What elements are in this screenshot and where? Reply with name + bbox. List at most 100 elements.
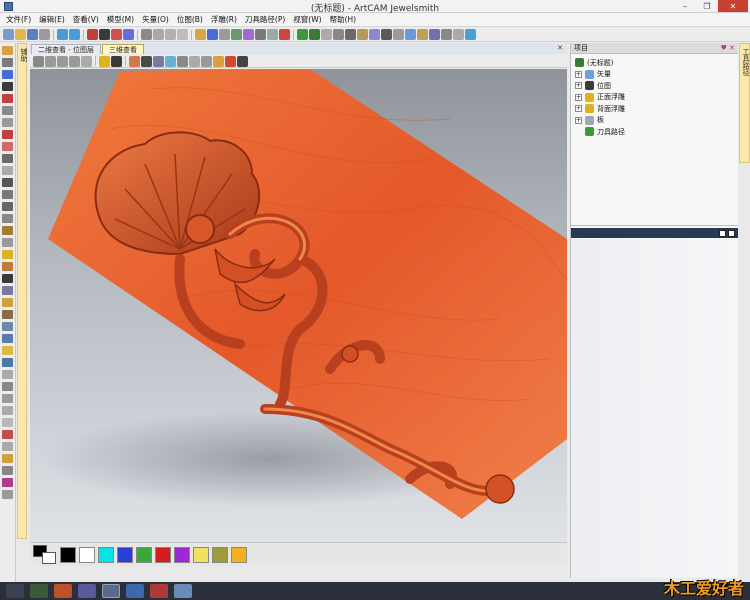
taskbar-app-explorer[interactable] <box>30 584 48 598</box>
options-tool-icon[interactable] <box>2 490 13 499</box>
group-icon[interactable] <box>345 29 356 40</box>
taskbar-app-files[interactable] <box>174 584 192 598</box>
layer-red-icon[interactable] <box>87 29 98 40</box>
scale-icon[interactable] <box>177 29 188 40</box>
ruler-tool-icon[interactable] <box>2 406 13 415</box>
grid-tool-icon[interactable] <box>2 370 13 379</box>
menu-relief[interactable]: 浮雕(R) <box>207 14 241 25</box>
swatch-olive[interactable] <box>212 546 228 563</box>
new-file-icon[interactable] <box>3 29 14 40</box>
gold-tool-icon[interactable] <box>2 346 13 355</box>
brush-tool-icon[interactable] <box>2 142 13 151</box>
expand-icon[interactable]: + <box>575 116 582 124</box>
tree-node-back-relief[interactable]: + 背面浮雕 <box>575 103 738 115</box>
sculpt-tool-icon[interactable] <box>2 310 13 319</box>
smooth-tool-icon[interactable] <box>2 322 13 331</box>
taskbar-app-media[interactable] <box>78 584 96 598</box>
menu-toolpaths[interactable]: 刀具路径(P) <box>241 14 289 25</box>
delete-icon[interactable] <box>279 29 290 40</box>
pan-tool-icon[interactable] <box>2 70 13 79</box>
menu-help[interactable]: 帮助(H) <box>326 14 361 25</box>
join-icon[interactable] <box>231 29 242 40</box>
menu-file[interactable]: 文件(F) <box>2 14 35 25</box>
relief-icon[interactable] <box>111 29 122 40</box>
curve-tool-icon[interactable] <box>2 166 13 175</box>
wrap-tool-icon[interactable] <box>2 442 13 451</box>
redo-icon[interactable] <box>69 29 80 40</box>
text-tool-icon[interactable] <box>2 226 13 235</box>
tree-node-root[interactable]: (无标题) <box>575 57 738 69</box>
maximize-button[interactable]: ❐ <box>696 0 718 12</box>
tab-2d-view[interactable]: 二维查看 - 位图层 <box>31 44 101 54</box>
relief-shade-icon[interactable] <box>129 55 140 67</box>
pointer-tool-icon[interactable] <box>2 82 13 91</box>
spiral-tool-icon[interactable] <box>2 214 13 223</box>
polyline-tool-icon[interactable] <box>2 118 13 127</box>
align-icon[interactable] <box>333 29 344 40</box>
offset-tool-icon[interactable] <box>2 286 13 295</box>
toolpaths-tab[interactable]: 工具路径 <box>739 43 750 163</box>
node-edit-icon[interactable] <box>207 29 218 40</box>
start-button[interactable] <box>6 584 24 598</box>
pin-close-icon[interactable]: ♥ ✕ <box>721 43 735 54</box>
axes-icon[interactable] <box>153 55 164 67</box>
material-icon[interactable] <box>177 55 188 67</box>
node-tool-icon[interactable] <box>2 106 13 115</box>
open-folder-icon[interactable] <box>15 29 26 40</box>
wireframe-icon[interactable] <box>141 55 152 67</box>
expand-icon[interactable]: + <box>575 82 582 90</box>
wrap-icon[interactable] <box>429 29 440 40</box>
zoom-extents-icon[interactable] <box>99 55 110 67</box>
pattern-icon[interactable] <box>417 29 428 40</box>
render-icon[interactable] <box>213 55 224 67</box>
background-icon[interactable] <box>201 55 212 67</box>
undo-icon[interactable] <box>57 29 68 40</box>
save-icon[interactable] <box>27 29 38 40</box>
erase-tool-icon[interactable] <box>2 262 13 271</box>
close-view-icon[interactable]: ✕ <box>557 44 563 52</box>
reset-tool-icon[interactable] <box>2 466 13 475</box>
menu-edit[interactable]: 编辑(E) <box>35 14 69 25</box>
offset-icon[interactable] <box>243 29 254 40</box>
light-icon[interactable] <box>165 55 176 67</box>
star-tool-icon[interactable] <box>2 202 13 211</box>
assistant-tab[interactable]: 辅助 <box>17 43 28 539</box>
tree-node-bitmaps[interactable]: + 位图 <box>575 80 738 92</box>
swatch-cyan[interactable] <box>98 546 114 563</box>
view-back-icon[interactable] <box>81 55 92 67</box>
taskbar-app-browser[interactable] <box>54 584 72 598</box>
tree-node-toolpaths[interactable]: 刀具路径 <box>575 126 738 138</box>
arc-tool-icon[interactable] <box>2 154 13 163</box>
print-icon[interactable] <box>39 29 50 40</box>
colour-relief-icon[interactable] <box>225 55 236 67</box>
tree-node-vectors[interactable]: + 矢量 <box>575 69 738 81</box>
rotate-icon[interactable] <box>165 29 176 40</box>
vector-tool-icon[interactable] <box>195 29 206 40</box>
tab-3d-view[interactable]: 三维查看 <box>101 44 144 54</box>
color-tool-icon[interactable] <box>2 478 13 487</box>
swatch-white[interactable] <box>79 546 95 563</box>
swatch-orange[interactable] <box>231 546 247 563</box>
pen-tool-icon[interactable] <box>2 130 13 139</box>
panel-restore-icon[interactable] <box>719 229 726 237</box>
shape-icon[interactable] <box>369 29 380 40</box>
move-icon[interactable] <box>153 29 164 40</box>
fill-tool-icon[interactable] <box>2 250 13 259</box>
snap-tool-icon[interactable] <box>2 418 13 427</box>
measure-tool-icon[interactable] <box>2 394 13 403</box>
menu-window[interactable]: 视窗(W) <box>289 14 325 25</box>
select-tool-icon[interactable] <box>2 46 13 55</box>
grid-icon[interactable] <box>321 29 332 40</box>
texture-icon[interactable] <box>189 55 200 67</box>
bitmap-icon[interactable] <box>99 29 110 40</box>
rectangle-tool-icon[interactable] <box>2 178 13 187</box>
align-tool-icon[interactable] <box>2 382 13 391</box>
blend-tool-icon[interactable] <box>2 334 13 343</box>
zoom-in-icon[interactable] <box>111 55 122 67</box>
more-view-icon[interactable] <box>237 55 248 67</box>
mirror-tool-icon[interactable] <box>2 238 13 247</box>
swatch-black[interactable] <box>60 546 76 563</box>
menu-bitmap[interactable]: 位图(B) <box>173 14 207 25</box>
snap-icon[interactable] <box>405 29 416 40</box>
menu-view[interactable]: 查看(V) <box>69 14 103 25</box>
